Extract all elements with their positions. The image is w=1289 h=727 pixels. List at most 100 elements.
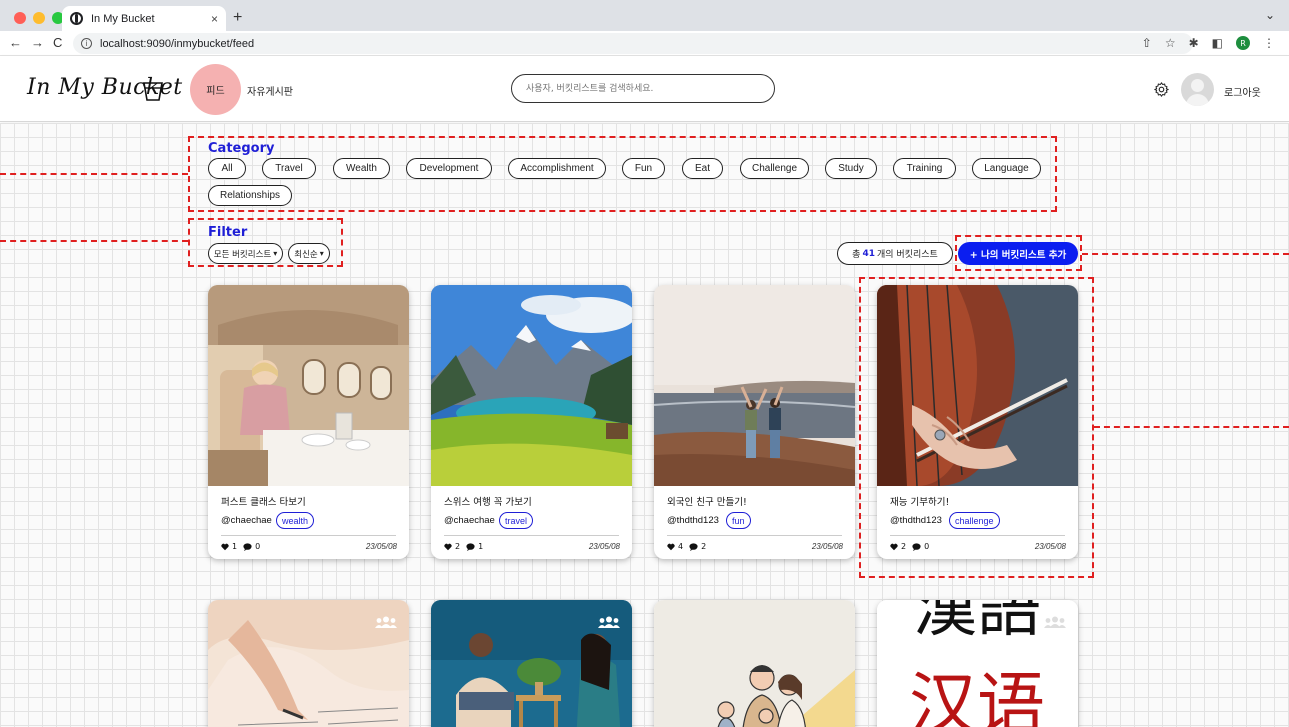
bucket-card[interactable]: 재능 기부하기! @thdthd123 challenge 2 0 23/05/…	[877, 285, 1078, 559]
bucket-card[interactable]: 스위스 여행 꼭 가보기 @chaechae travel 2 1 23/05/…	[431, 285, 632, 559]
nav-feed-button[interactable]: 피드	[190, 64, 241, 115]
share-icon[interactable]: ⇧	[1142, 36, 1152, 50]
comment-count: 2	[701, 542, 707, 551]
bucket-card[interactable]: 외국인 친구 만들기! @thdthd123 fun 4 2 23/05/08	[654, 285, 855, 559]
like-count: 2	[455, 542, 461, 551]
tab-list-chevron-icon[interactable]: ⌄	[1265, 8, 1275, 22]
group-icon	[375, 616, 397, 628]
bookmark-star-icon[interactable]: ☆	[1165, 36, 1176, 50]
extensions-puzzle-icon[interactable]: ✱	[1189, 36, 1199, 50]
category-chip-development[interactable]: Development	[406, 158, 492, 179]
sort-select[interactable]: 최신순 ▾	[288, 243, 330, 264]
bucket-logo-icon	[143, 82, 163, 101]
like-count: 4	[678, 542, 684, 551]
category-chip-wealth[interactable]: Wealth	[333, 158, 390, 179]
category-chip-study[interactable]: Study	[825, 158, 877, 179]
card-date: 23/05/08	[1034, 542, 1066, 551]
like-count: 2	[901, 542, 907, 551]
card-divider	[444, 535, 619, 536]
card-image-family-illustration	[654, 600, 855, 727]
back-arrow-icon[interactable]: ←	[9, 35, 22, 50]
group-icon	[1044, 616, 1066, 628]
comment-icon[interactable]	[912, 542, 921, 551]
card-tag[interactable]: wealth	[276, 512, 315, 529]
annotation-line-category	[0, 173, 188, 175]
comment-count: 1	[478, 542, 484, 551]
heart-icon[interactable]	[221, 543, 229, 551]
browser-tab[interactable]: In My Bucket ×	[62, 6, 226, 31]
category-chip-training[interactable]: Training	[893, 158, 956, 179]
nav-board-link[interactable]: 자유게시판	[247, 83, 293, 98]
avatar-head-shape	[1191, 79, 1204, 92]
forward-arrow-icon[interactable]: →	[31, 35, 44, 50]
category-chip-eat[interactable]: Eat	[682, 158, 723, 179]
category-chip-all[interactable]: All	[208, 158, 246, 179]
comment-icon[interactable]	[243, 542, 252, 551]
bucket-card[interactable]	[208, 600, 409, 727]
filter-title: Filter	[208, 225, 248, 240]
scope-select[interactable]: 모든 버킷리스트 ▾	[208, 243, 283, 264]
search-input[interactable]	[511, 74, 775, 103]
category-chip-language[interactable]: Language	[972, 158, 1041, 179]
scope-select-value: 모든 버킷리스트	[213, 249, 272, 260]
card-username[interactable]: @thdthd123	[667, 515, 719, 526]
card-tag[interactable]: challenge	[949, 512, 1000, 529]
total-prefix: 총	[852, 250, 861, 260]
browser-toolbar-icons: ⇧ ☆ ✱ ◧ R ⋮	[1142, 36, 1275, 50]
user-avatar[interactable]	[1181, 73, 1214, 106]
reload-icon[interactable]: C	[53, 35, 62, 50]
category-chip-accomplishment[interactable]: Accomplishment	[508, 158, 606, 179]
card-tag[interactable]: fun	[726, 512, 751, 529]
gear-icon[interactable]	[1153, 81, 1170, 98]
app-header: In My Bucket 피드 자유게시판 로그아웃	[0, 56, 1289, 122]
card-date: 23/05/08	[811, 542, 843, 551]
card-username[interactable]: @chaechae	[444, 515, 495, 526]
avatar-body-shape	[1186, 94, 1209, 106]
url-field[interactable]: i localhost:9090/inmybucket/feed	[73, 33, 1193, 54]
site-info-icon[interactable]: i	[81, 38, 92, 49]
tab-title: In My Bucket	[91, 12, 155, 25]
url-text: localhost:9090/inmybucket/feed	[100, 37, 255, 50]
feed-content-area	[0, 123, 1289, 727]
comment-count: 0	[255, 542, 261, 551]
card-tag[interactable]: travel	[499, 512, 534, 529]
category-chip-relationships[interactable]: Relationships	[208, 185, 292, 206]
tab-close-icon[interactable]: ×	[211, 12, 218, 26]
logout-link[interactable]: 로그아웃	[1224, 84, 1261, 99]
category-chip-travel[interactable]: Travel	[262, 158, 316, 179]
card-username[interactable]: @thdthd123	[890, 515, 942, 526]
add-bucketlist-button[interactable]: + 나의 버킷리스트 추가	[958, 242, 1078, 265]
heart-icon[interactable]	[444, 543, 452, 551]
browser-menu-icon[interactable]: ⋮	[1263, 36, 1275, 50]
bucket-card[interactable]: 漢語 汉语	[877, 600, 1078, 727]
card-divider	[667, 535, 842, 536]
bucket-card[interactable]	[654, 600, 855, 727]
category-chip-fun[interactable]: Fun	[622, 158, 665, 179]
close-window-button[interactable]	[14, 12, 26, 24]
heart-icon[interactable]	[890, 543, 898, 551]
heart-icon[interactable]	[667, 543, 675, 551]
browser-tab-bar: In My Bucket × + ⌄	[0, 0, 1289, 31]
bucket-card[interactable]: 퍼스트 클래스 타보기 @chaechae wealth 1 0 23/05/0…	[208, 285, 409, 559]
card-stats: 1 0	[221, 542, 260, 551]
sidebar-toggle-icon[interactable]: ◧	[1212, 36, 1223, 50]
comment-icon[interactable]	[689, 542, 698, 551]
card-title: 외국인 친구 만들기!	[667, 497, 747, 508]
sort-select-value: 최신순	[294, 249, 318, 260]
card-image-first-class	[208, 285, 409, 486]
total-suffix: 개의 버킷리스트	[876, 250, 938, 260]
card-stats: 2 0	[890, 542, 929, 551]
browser-address-bar: ← → C i localhost:9090/inmybucket/feed ⇧…	[0, 31, 1289, 56]
annotation-line-card	[1094, 426, 1289, 428]
new-tab-button[interactable]: +	[233, 9, 242, 27]
like-count: 1	[232, 542, 238, 551]
card-username[interactable]: @chaechae	[221, 515, 272, 526]
category-chip-challenge[interactable]: Challenge	[740, 158, 809, 179]
card-image-friends-seaside	[654, 285, 855, 486]
comment-icon[interactable]	[466, 542, 475, 551]
card-image-swiss-lake	[431, 285, 632, 486]
minimize-window-button[interactable]	[33, 12, 45, 24]
card-divider	[890, 535, 1065, 536]
bucket-card[interactable]	[431, 600, 632, 727]
browser-profile-avatar[interactable]: R	[1236, 36, 1250, 50]
